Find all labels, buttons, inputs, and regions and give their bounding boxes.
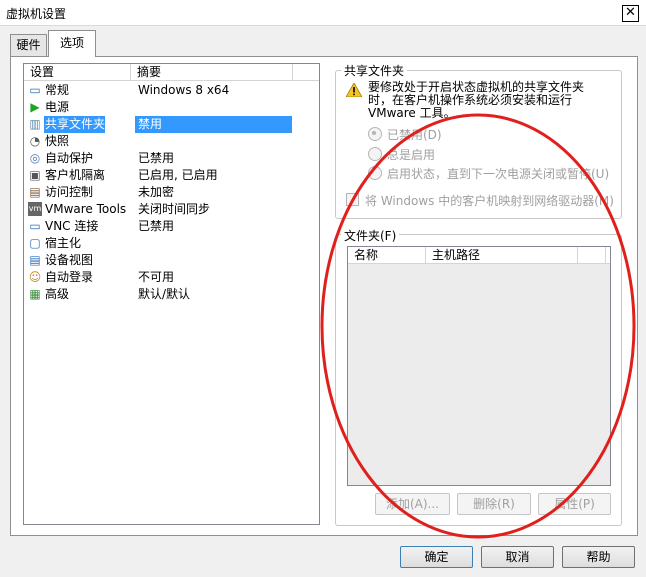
folders-group-label: 文件夹(F) [341, 227, 400, 244]
column-header-extra[interactable] [578, 247, 606, 264]
settings-row[interactable]: ▭ VNC 连接 已禁用 [24, 218, 294, 235]
window-title: 虚拟机设置 [6, 7, 67, 21]
vm-tools-icon: vm [28, 202, 42, 216]
settings-row-name: 共享文件夹 [44, 116, 106, 133]
settings-row[interactable]: ▤ 访问控制 未加密 [24, 184, 294, 201]
settings-row-value: 关闭时间同步 [138, 202, 211, 216]
title-bar [0, 0, 646, 26]
vnc-icon: ▭ [29, 219, 41, 233]
map-drive-checkbox[interactable] [346, 193, 359, 206]
unity-icon: ▢ [29, 236, 41, 250]
radio-until-label: 启用状态，直到下一次电源关闭或暂停(U) [387, 167, 610, 181]
add-button[interactable]: 添加(A)... [375, 493, 450, 515]
settings-row-value: 默认/默认 [138, 287, 191, 301]
settings-row-value: 已启用, 已启用 [138, 168, 218, 182]
radio-until-poweroff[interactable]: 启用状态，直到下一次电源关闭或暂停(U) [368, 165, 609, 181]
cancel-button[interactable]: 取消 [481, 546, 554, 568]
device-view-icon: ▤ [29, 253, 41, 267]
settings-row-name: 自动登录 [45, 270, 94, 284]
settings-row-value: 不可用 [138, 270, 175, 284]
settings-row-name: 电源 [45, 100, 70, 114]
settings-row-value [135, 235, 292, 252]
settings-row-value: Windows 8 x64 [138, 83, 230, 97]
properties-button[interactable]: 属性(P) [538, 493, 611, 515]
help-button[interactable]: 帮助 [562, 546, 635, 568]
settings-row-name: VNC 连接 [45, 219, 99, 233]
settings-row-value: 禁用 [135, 116, 292, 133]
autologin-user-icon: ☺ [28, 270, 42, 284]
settings-row[interactable]: ◔ 快照 [24, 133, 294, 150]
settings-row[interactable]: ▢ 宿主化 [24, 235, 294, 252]
settings-row[interactable]: ▶ 电源 [24, 99, 294, 116]
settings-list: 设置 摘要 ▭ 常规 Windows 8 x64 ▶ 电源 ▥ 共享文件夹 禁用 ◔ 快照 ◎ 自动保… [23, 63, 320, 525]
settings-row[interactable]: ☺ 自动登录 不可用 [24, 269, 294, 286]
settings-row[interactable]: ▤ 设备视图 [24, 252, 294, 269]
settings-row-name: 快照 [45, 134, 70, 148]
column-header-summary[interactable]: 摘要 [131, 64, 293, 81]
shared-folders-group-label: 共享文件夹 [341, 62, 408, 79]
settings-row-value: 已禁用 [138, 151, 175, 165]
radio-disabled-label: 已禁用(D) [387, 128, 442, 142]
settings-list-header: 设置 摘要 [24, 64, 319, 81]
advanced-icon: ▦ [29, 287, 41, 301]
lock-icon: ▣ [29, 168, 41, 182]
tab-hardware[interactable]: 硬件 [10, 34, 47, 56]
close-button[interactable]: ✕ [622, 5, 639, 22]
ok-button[interactable]: 确定 [400, 546, 473, 568]
settings-row[interactable]: ▦ 高级 默认/默认 [24, 286, 294, 303]
shared-folder-icon: ▥ [29, 117, 41, 131]
settings-row[interactable]: ▥ 共享文件夹 禁用 [24, 116, 294, 133]
settings-row-value [135, 99, 292, 116]
column-header-settings[interactable]: 设置 [24, 64, 131, 81]
autoprotect-icon: ◎ [29, 151, 41, 165]
map-drive-label: 将 Windows 中的客户机映射到网络驱动器(M) [365, 194, 614, 208]
radio-always-dot[interactable] [368, 146, 382, 161]
settings-row-value: 已禁用 [138, 219, 175, 233]
access-key-icon: ▤ [29, 185, 41, 199]
settings-row-name: 客户机隔离 [45, 168, 106, 182]
column-header-name[interactable]: 名称 [348, 247, 426, 264]
warning-icon [346, 83, 362, 97]
tab-options[interactable]: 选项 [48, 30, 96, 57]
radio-disabled-dot[interactable] [368, 126, 382, 141]
warning-text: 要修改处于开启状态虚拟机的共享文件夹时，在客户机操作系统必须安装和运行VMwar… [368, 80, 585, 120]
settings-row-name: 设备视图 [45, 253, 94, 267]
folders-table-header: 名称 主机路径 [348, 247, 610, 264]
power-play-icon: ▶ [30, 100, 40, 114]
radio-until-dot[interactable] [368, 165, 382, 180]
settings-row-value: 未加密 [138, 185, 175, 199]
monitor-icon: ▭ [29, 83, 41, 97]
folders-table[interactable]: 名称 主机路径 [347, 246, 611, 486]
settings-row-value [135, 252, 292, 269]
settings-row[interactable]: ▭ 常规 Windows 8 x64 [24, 82, 294, 99]
settings-row-name: 访问控制 [45, 185, 94, 199]
settings-row-name: 宿主化 [45, 236, 82, 250]
column-header-host-path[interactable]: 主机路径 [426, 247, 578, 264]
settings-row-name: 自动保护 [45, 151, 94, 165]
settings-row-value [135, 133, 292, 150]
settings-row-name: 常规 [45, 83, 70, 97]
settings-row-name: VMware Tools [45, 202, 127, 216]
snapshot-icon: ◔ [29, 134, 41, 148]
settings-row[interactable]: ▣ 客户机隔离 已启用, 已启用 [24, 167, 294, 184]
settings-row-name: 高级 [45, 287, 70, 301]
radio-disabled[interactable]: 已禁用(D) [368, 126, 442, 142]
radio-always-label: 总是启用 [387, 148, 436, 162]
remove-button[interactable]: 删除(R) [457, 493, 531, 515]
settings-row[interactable]: vm VMware Tools 关闭时间同步 [24, 201, 294, 218]
settings-row[interactable]: ◎ 自动保护 已禁用 [24, 150, 294, 167]
radio-always-enabled[interactable]: 总是启用 [368, 146, 435, 162]
